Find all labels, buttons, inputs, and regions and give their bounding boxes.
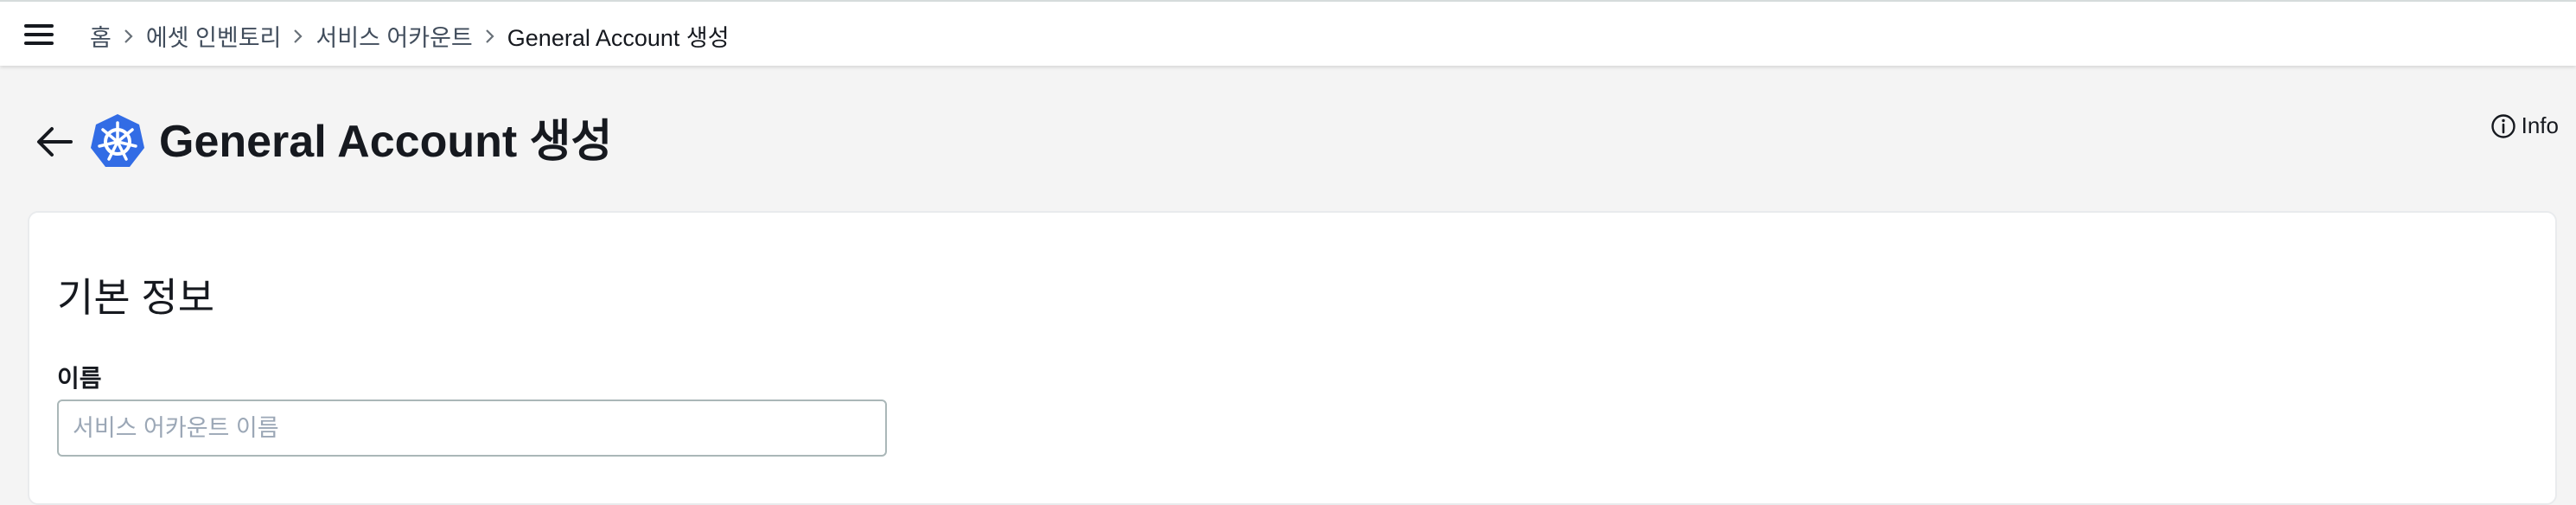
page-title: General Account 생성	[159, 117, 613, 167]
back-arrow-icon[interactable]	[35, 125, 74, 159]
breadcrumb-item-service-account[interactable]: 서비스 어카운트	[316, 19, 472, 53]
info-label: Info	[2521, 112, 2559, 138]
chevron-right-icon	[473, 28, 507, 45]
menu-icon[interactable]	[24, 24, 54, 45]
chevron-right-icon	[281, 28, 316, 45]
breadcrumb-item-asset-inventory[interactable]: 에셋 인벤토리	[146, 19, 282, 53]
kubernetes-icon	[88, 112, 147, 171]
top-nav-bar: 홈 에셋 인벤토리 서비스 어카운트 General Account 생성	[0, 0, 2576, 66]
name-field-label: 이름	[57, 365, 102, 392]
section-title: 기본 정보	[57, 275, 215, 320]
name-input[interactable]	[57, 400, 887, 457]
breadcrumb-current: General Account 생성	[507, 25, 730, 51]
page-header: General Account 생성 Info	[0, 112, 2576, 173]
info-icon	[2490, 113, 2516, 139]
breadcrumb-item-home[interactable]: 홈	[90, 19, 112, 53]
basic-info-card: 기본 정보 이름	[28, 211, 2557, 505]
breadcrumb: 홈 에셋 인벤토리 서비스 어카운트 General Account 생성	[90, 19, 730, 53]
info-link[interactable]: Info	[2490, 112, 2559, 139]
chevron-right-icon	[112, 28, 146, 45]
